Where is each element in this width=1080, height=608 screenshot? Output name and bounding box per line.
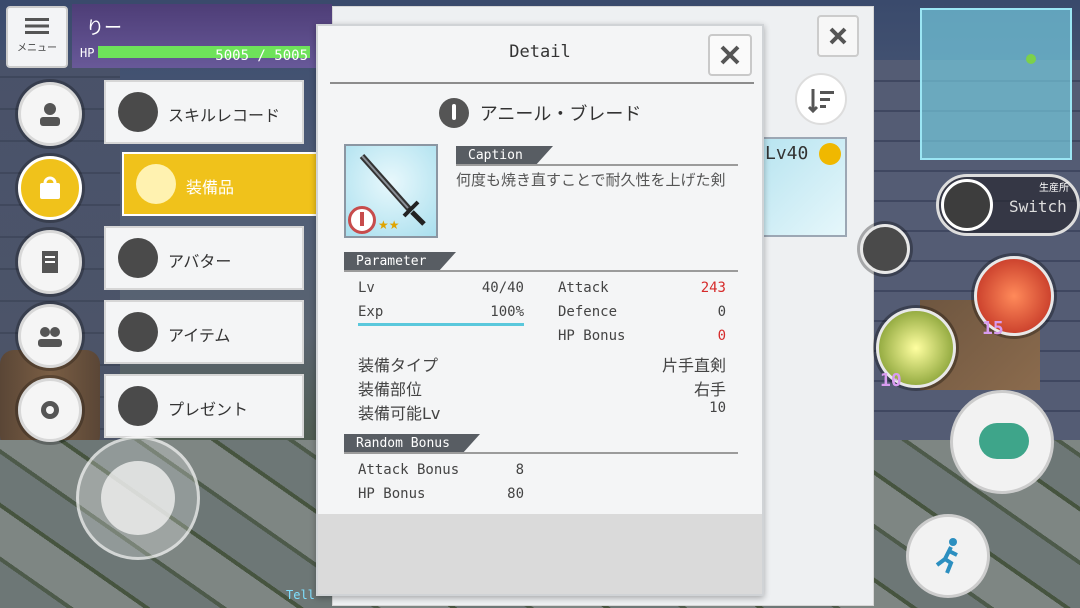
skill-record-icon bbox=[118, 92, 158, 132]
running-icon bbox=[935, 538, 958, 574]
player-name: りー bbox=[86, 18, 122, 39]
equip-slot-label: 装備部位 bbox=[358, 380, 423, 399]
item-icon bbox=[118, 312, 158, 352]
equip-type-label: 装備タイプ bbox=[358, 356, 439, 375]
switch-button[interactable]: 生産所 Switch bbox=[936, 174, 1080, 236]
joystick-knob[interactable] bbox=[101, 461, 175, 535]
equipment-card-level: Lv40 bbox=[765, 143, 809, 164]
equip-level-value: 10 bbox=[709, 400, 726, 416]
exp-bar bbox=[358, 323, 524, 326]
dash-button[interactable] bbox=[906, 514, 990, 598]
random-hp-bonus-value: 80 bbox=[507, 486, 524, 502]
switch-label: Switch bbox=[1009, 197, 1067, 216]
param-lv-label: Lv bbox=[358, 280, 375, 296]
param-exp-label: Exp bbox=[358, 304, 384, 320]
sort-button[interactable] bbox=[795, 73, 847, 125]
random-hp-bonus-label: HP Bonus bbox=[358, 486, 426, 502]
skill-count-yellow: 10 bbox=[880, 370, 902, 391]
param-defence-value: 0 bbox=[717, 304, 726, 320]
friends-icon bbox=[38, 327, 62, 347]
random-attack-bonus-label: Attack Bonus bbox=[358, 462, 460, 478]
item-detail-dialog: Detail アニール・ブレード ★★ Caption 何度も焼き直すことで耐久… bbox=[316, 24, 764, 596]
person-icon bbox=[40, 103, 60, 126]
parameter-divider bbox=[344, 270, 738, 272]
menu-item-label: アバター bbox=[168, 252, 232, 271]
document-icon bbox=[42, 251, 58, 273]
random-bonus-divider bbox=[344, 452, 738, 454]
equip-type-value: 片手直剣 bbox=[661, 356, 726, 375]
avatar-icon bbox=[118, 238, 158, 278]
quest-button[interactable] bbox=[18, 230, 82, 294]
switch-sublabel: 生産所 bbox=[1039, 183, 1069, 194]
minimap[interactable] bbox=[920, 8, 1072, 160]
equip-level-label: 装備可能Lv bbox=[358, 404, 441, 423]
menu-button-label: メニュー bbox=[17, 43, 57, 54]
settings-button[interactable] bbox=[18, 378, 82, 442]
menu-button[interactable]: メニュー bbox=[6, 6, 68, 68]
parameter-tag: Parameter bbox=[344, 252, 457, 272]
equipped-badge-icon bbox=[819, 143, 841, 165]
bag-icon bbox=[40, 176, 60, 199]
equip-slot-value: 右手 bbox=[693, 380, 726, 399]
hamburger-icon bbox=[25, 18, 49, 34]
random-bonus-tag: Random Bonus bbox=[344, 434, 480, 454]
sword-type-icon bbox=[438, 98, 469, 128]
player-marker-icon bbox=[1026, 54, 1036, 64]
caption-tag: Caption bbox=[456, 146, 553, 166]
menu-item-label: アイテム bbox=[168, 326, 231, 345]
item-name-row: アニール・ブレード bbox=[318, 98, 762, 128]
tell-label[interactable]: Tell bbox=[286, 588, 315, 602]
hp-label: HP bbox=[80, 46, 95, 60]
param-defence-label: Defence bbox=[558, 304, 618, 320]
menu-item-equipment[interactable]: 装備品 bbox=[122, 152, 322, 216]
param-hp-bonus-label: HP Bonus bbox=[558, 328, 626, 344]
param-attack-label: Attack bbox=[558, 280, 609, 296]
profile-button[interactable] bbox=[18, 82, 82, 146]
menu-item-label: スキルレコード bbox=[168, 106, 281, 125]
friends-button[interactable] bbox=[18, 304, 82, 368]
equipment-card[interactable]: Lv40 bbox=[761, 137, 847, 237]
close-icon bbox=[829, 27, 847, 45]
present-icon bbox=[118, 386, 158, 426]
one-handed-sword-badge-icon bbox=[348, 206, 376, 234]
param-lv-value: 40/40 bbox=[481, 280, 524, 296]
menu-item-item[interactable]: アイテム bbox=[104, 300, 304, 364]
movement-joystick[interactable] bbox=[76, 436, 200, 560]
title-divider bbox=[330, 82, 754, 84]
menu-item-skill-record[interactable]: スキルレコード bbox=[104, 80, 304, 144]
dialog-footer bbox=[318, 514, 762, 594]
menu-item-avatar[interactable]: アバター bbox=[104, 226, 304, 290]
param-attack-value: 243 bbox=[700, 280, 726, 296]
item-name: アニール・ブレード bbox=[479, 104, 642, 125]
skill-button-side[interactable] bbox=[860, 224, 910, 274]
equipment-panel-close-button[interactable] bbox=[817, 15, 859, 57]
sort-icon bbox=[807, 89, 834, 114]
dialog-title: Detail bbox=[509, 42, 571, 62]
player-status: りー HP 5005 / 5005 bbox=[72, 4, 332, 68]
menu-item-present[interactable]: プレゼント bbox=[104, 374, 304, 438]
dialog-close-button[interactable] bbox=[708, 34, 752, 76]
menu-item-label: 装備品 bbox=[186, 178, 235, 197]
chat-icon bbox=[979, 423, 1029, 459]
gear-icon bbox=[41, 401, 59, 419]
close-icon bbox=[720, 45, 740, 65]
hp-value: 5005 / 5005 bbox=[215, 48, 308, 64]
item-thumbnail: ★★ bbox=[344, 144, 438, 238]
caption-divider bbox=[456, 164, 738, 166]
rarity-stars: ★★ bbox=[378, 218, 400, 232]
skill-count-red: 15 bbox=[982, 318, 1004, 339]
random-attack-bonus-value: 8 bbox=[515, 462, 524, 478]
menu-item-label: プレゼント bbox=[168, 400, 249, 419]
param-hp-bonus-value: 0 bbox=[717, 328, 726, 344]
item-caption: 何度も焼き直すことで耐久性を上げた剣 bbox=[456, 171, 726, 189]
param-exp-value: 100% bbox=[490, 304, 524, 320]
chat-button[interactable] bbox=[950, 390, 1054, 494]
switch-icon bbox=[941, 179, 993, 231]
equipment-icon bbox=[136, 164, 176, 204]
bag-button[interactable] bbox=[18, 156, 82, 220]
